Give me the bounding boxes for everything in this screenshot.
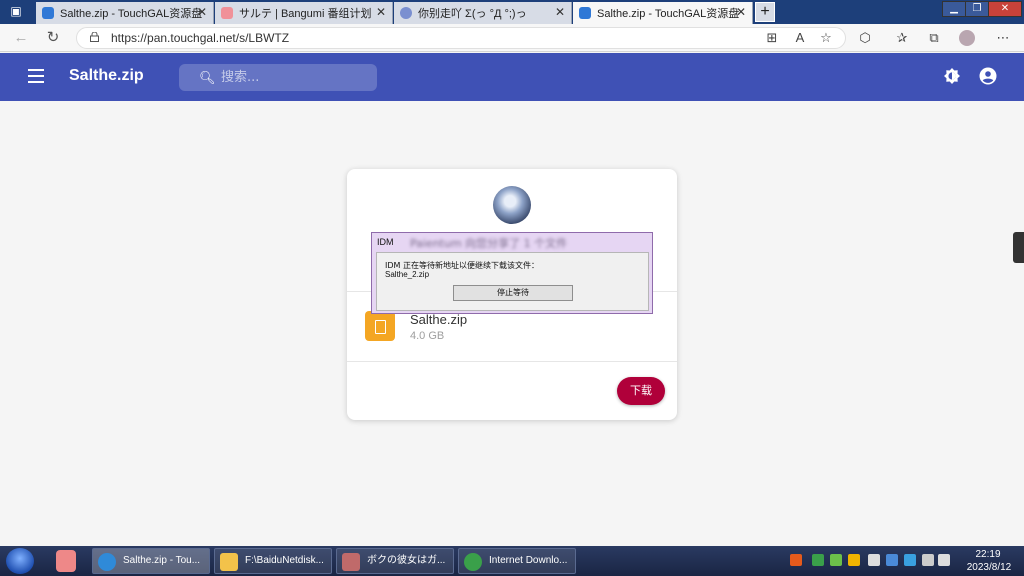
tab-title: サルテ | Bangumi 番组计划 [239,8,372,20]
clock-time[interactable]: 22:19 [968,549,1008,560]
search-input[interactable] [221,68,361,86]
address-bar-row: ← ↻ https://pan.touchgal.net/s/LBWTZ ⊞ A… [0,24,1024,52]
file-size: 4.0 GB [410,330,445,342]
idm-icon [464,553,482,571]
tab-touchgal-active[interactable]: Salthe.zip - TouchGAL资源盘 ✕ [573,2,753,24]
extensions-icon[interactable]: ⬡ [857,30,873,46]
folder-icon [220,553,238,571]
favorites-icon[interactable]: ✰ [894,30,910,46]
refresh-icon[interactable]: ↻ [44,29,62,47]
sharer-avatar [493,186,531,224]
tab-title: Salthe.zip - TouchGAL资源盘 [597,8,740,20]
restore-button[interactable]: ❐ [965,1,989,17]
back-arrow-icon[interactable]: ← [12,29,30,47]
idm-file-name: Salthe_2.zip [385,270,430,279]
more-options-icon[interactable]: ⋯ [995,30,1011,46]
divider [347,361,677,362]
read-aloud-icon[interactable]: A [792,30,808,46]
download-button[interactable]: 下载 [617,377,665,405]
close-icon[interactable]: ✕ [197,5,207,19]
profile-avatar[interactable] [959,30,975,46]
idm-dialog-body: IDM 正在等待新地址以便继续下载该文件： Salthe_2.zip 停止等待 [376,252,649,311]
taskbar-item-idm[interactable]: Internet Downlo... [458,548,576,574]
theme-toggle-icon[interactable] [943,67,961,85]
account-icon[interactable] [979,67,997,85]
edge-icon [98,553,116,571]
search-icon: 🔍︎ [199,70,216,85]
tab-title: 你别走吖 Σ(っ °Д °;)っ [418,8,527,20]
window-close-button[interactable]: ✕ [988,1,1022,17]
menu-icon[interactable] [28,69,44,83]
system-tray [786,551,950,571]
shield-icon[interactable] [848,554,860,566]
input-method-icon[interactable] [790,554,802,566]
favorite-star-icon[interactable]: ☆ [818,30,834,46]
signal-icon[interactable] [922,554,934,566]
tab-waiting[interactable]: 你别走吖 Σ(っ °Д °;)っ ✕ [394,2,572,24]
edge-cloud-icon [579,7,591,19]
start-button[interactable] [6,548,34,574]
taskbar-item-label: Internet Downlo... [489,555,568,566]
stop-waiting-button[interactable]: 停止等待 [453,285,573,301]
taskbar-item-folder[interactable]: F:\BaiduNetdisk... [214,548,332,574]
close-icon[interactable]: ✕ [736,5,746,19]
tab-bangumi[interactable]: サルテ | Bangumi 番组计划 ✕ [215,2,393,24]
close-icon[interactable]: ✕ [376,5,386,19]
zip-file-icon [365,311,395,341]
taskbar-item-game[interactable]: ボクの彼女はガ... [336,548,454,574]
new-tab-button[interactable]: + [755,2,775,22]
taskbar-item-edge[interactable]: Salthe.zip - Tou... [92,548,210,574]
tab-touchgal-1[interactable]: Salthe.zip - TouchGAL资源盘 ✕ [36,2,214,24]
cloud-icon [400,7,412,19]
download-tray-icon[interactable] [830,554,842,566]
minimize-button[interactable]: ▁ [942,1,966,17]
edge-cloud-icon [42,7,54,19]
onedrive-icon[interactable] [904,554,916,566]
search-box[interactable]: 🔍︎ [179,64,377,91]
windows-taskbar: Salthe.zip - Tou... F:\BaiduNetdisk... ボ… [0,546,1024,576]
bluetooth-icon[interactable] [886,554,898,566]
tab-actions-icon[interactable]: ▣ [4,4,28,20]
bangumi-icon [221,7,233,19]
url-field[interactable]: https://pan.touchgal.net/s/LBWTZ [76,27,846,49]
network-icon[interactable] [812,554,824,566]
tab-title: Salthe.zip - TouchGAL资源盘 [60,8,203,20]
idm-dialog: IDM Paientum 向您分享了 1 个文件 IDM 正在等待新地址以便继续… [371,232,653,314]
browser-tab-strip: ▣ Salthe.zip - TouchGAL资源盘 ✕ サルテ | Bangu… [0,0,1024,24]
taskbar-item-label: Salthe.zip - Tou... [123,555,201,566]
idm-dialog-title: IDM [377,237,394,247]
taskbar-item-label: ボクの彼女はガ... [367,555,446,566]
close-icon[interactable]: ✕ [555,5,565,19]
battery-icon[interactable] [938,554,950,566]
lock-icon [90,32,99,42]
volume-icon[interactable] [868,554,880,566]
collections-icon[interactable]: ⧉ [926,30,942,46]
app-available-icon[interactable]: ⊞ [764,30,780,46]
taskbar-item-label: F:\BaiduNetdisk... [245,555,324,566]
clock-date[interactable]: 2023/8/12 [962,562,1016,573]
pinned-app-icon[interactable] [56,550,76,572]
side-panel-handle[interactable] [1013,232,1024,263]
file-name[interactable]: Salthe.zip [410,312,467,327]
game-icon [342,553,360,571]
page-title: Salthe.zip [69,67,144,84]
app-header: Salthe.zip 🔍︎ [0,53,1024,101]
blurred-share-text: Paientum 向您分享了 1 个文件 [410,237,568,250]
